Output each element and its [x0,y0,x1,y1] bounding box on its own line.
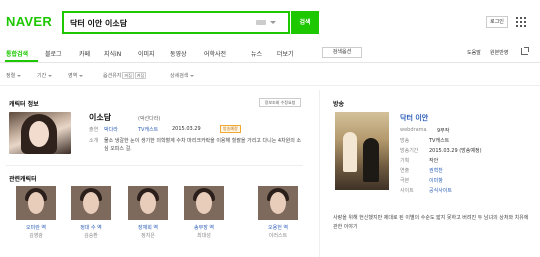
tab-cafe[interactable]: 카페 [79,49,90,58]
filter-sort-label: 정렬 [6,73,16,79]
tab-blog[interactable]: 블로그 [45,49,62,58]
filter-period-label: 기간 [37,73,47,79]
related-thumbnail[interactable] [16,186,56,220]
tab-integrated-search[interactable]: 통합검색 [6,49,28,58]
related-thumbnail[interactable] [184,186,224,220]
filter-keep-options[interactable]: 옵션유지 꺼짐 켜짐 [103,72,147,79]
tab-news[interactable]: 뉴스 [251,49,262,58]
chevron-down-icon [190,74,195,77]
column-divider [319,90,320,257]
related-actor-name: 김승환 [84,233,98,239]
info-value: TV캐스트 [429,138,450,144]
related-actor-name: 최대성 [197,233,211,239]
section-divider [6,165,303,166]
chevron-down-icon [48,74,53,77]
header: NAVER 검색 로그인 [0,0,540,42]
filter-keep-label: 옵션유지 [103,73,122,79]
air-date: 2015.03.29 [172,126,201,132]
chevron-down-icon [79,74,84,77]
related-thumbnail[interactable] [71,186,111,220]
director-link[interactable]: 권혁찬 [429,167,443,174]
option-off-chip[interactable]: 꺼짐 [122,72,134,79]
share-icon[interactable] [521,47,529,55]
related-thumbnail[interactable] [128,186,168,220]
active-tab-indicator [5,60,38,62]
info-label: 방송 [400,138,410,144]
chevron-down-icon[interactable] [270,21,276,24]
related-actor-name: 정지은 [141,233,155,239]
info-value: 9부작 [437,128,450,134]
chevron-down-icon [17,74,22,77]
edit-request-button[interactable]: 정보조회 수정요청 [259,98,301,107]
search-tabs: 통합검색 블로그 카페 지식iN 이미지 동영상 어학사전 뉴스 더보기 검색옵… [0,42,540,63]
original-link[interactable]: 원본반영 [490,49,508,56]
related-characters-title: 관련캐릭터 [9,176,37,183]
related-thumbnail[interactable] [258,186,298,220]
character-description: 물소 냉갈한 눈이 생기한 의학혈계 수차 마리크카락을 이용해 힐괄을 가리고… [104,138,302,152]
status-badge: 방송예정 [220,125,241,133]
filter-bar: 정렬 기간 영역 옵션유지 꺼짐 켜짐 상세검색 [0,64,540,86]
search-box[interactable] [62,11,290,34]
filter-area-label: 영역 [68,73,78,79]
related-card[interactable]: 정대 수 역 김승환 [71,186,111,239]
drama-title[interactable]: 닥터 이안 [400,113,428,123]
info-value: 작안 [429,158,439,164]
character-photo[interactable] [9,112,71,154]
info-label: 사이트 [400,188,414,194]
related-character-name[interactable]: 장재희 역 [128,224,168,231]
related-card[interactable]: 오용헌 역 이러스트 [258,186,298,239]
character-section-title: 캐릭터 정보 [9,101,39,108]
info-label: webdrama [400,127,427,133]
tab-more[interactable]: 더보기 [277,49,294,58]
channel-link[interactable]: TV캐스트 [138,126,158,133]
related-character-name[interactable]: 정대 수 역 [71,224,111,231]
filter-detailed-label: 상세검색 [170,73,189,79]
tab-video[interactable]: 동영상 [170,49,187,58]
broadcast-section-title: 방송 [333,101,345,108]
apps-grid-icon[interactable] [516,17,526,27]
writer-link[interactable]: 이미항 [429,177,443,184]
related-card[interactable]: 오미란 역 김영광 [16,186,56,239]
tab-images[interactable]: 이미지 [138,49,155,58]
cast-label: 출연 [89,127,99,133]
drama-description: 사랑을 위해 헌신했지만 제대로 된 이별의 수순도 밟지 못하고 버려진 두 … [333,215,529,230]
character-name: 이소담 [89,113,112,122]
intro-label: 소개 [89,138,99,144]
character-alias: (박선다라) [138,116,161,122]
search-input[interactable] [70,16,250,30]
related-actor-name: 이러스트 [268,233,288,239]
info-label: 기획 [400,158,410,164]
drama-poster[interactable] [335,112,389,190]
filter-sort[interactable]: 정렬 [6,72,22,79]
naver-logo[interactable]: NAVER [6,14,52,29]
info-value: 2015.03.29 (방송예정) [429,148,482,154]
official-site-link[interactable]: 공식사이트 [429,187,452,194]
related-card[interactable]: 장재희 역 정지은 [128,186,168,239]
option-on-chip[interactable]: 켜짐 [134,72,147,79]
filter-area[interactable]: 영역 [68,72,84,79]
login-button[interactable]: 로그인 [486,16,508,28]
filter-period[interactable]: 기간 [37,72,53,79]
info-label: 방송기간 [400,148,419,154]
related-character-name[interactable]: 오미란 역 [16,224,56,231]
actor-link[interactable]: 박다라 [104,126,118,133]
info-label: 극본 [400,178,410,184]
tab-kin[interactable]: 지식iN [104,49,121,58]
search-button[interactable]: 검색 [291,11,319,34]
related-card[interactable]: 송부장 역 최대성 [184,186,224,239]
related-character-name[interactable]: 오용헌 역 [258,224,298,231]
info-label: 연출 [400,168,410,174]
related-character-name[interactable]: 송부장 역 [184,224,224,231]
related-actor-name: 김영광 [29,233,43,239]
tab-dictionary[interactable]: 어학사전 [204,49,226,58]
keyboard-icon[interactable] [256,20,266,25]
filter-detailed[interactable]: 상세검색 [170,72,195,79]
search-options-button[interactable]: 검색옵션 [322,47,362,58]
help-link[interactable]: 도움말 [467,49,481,56]
